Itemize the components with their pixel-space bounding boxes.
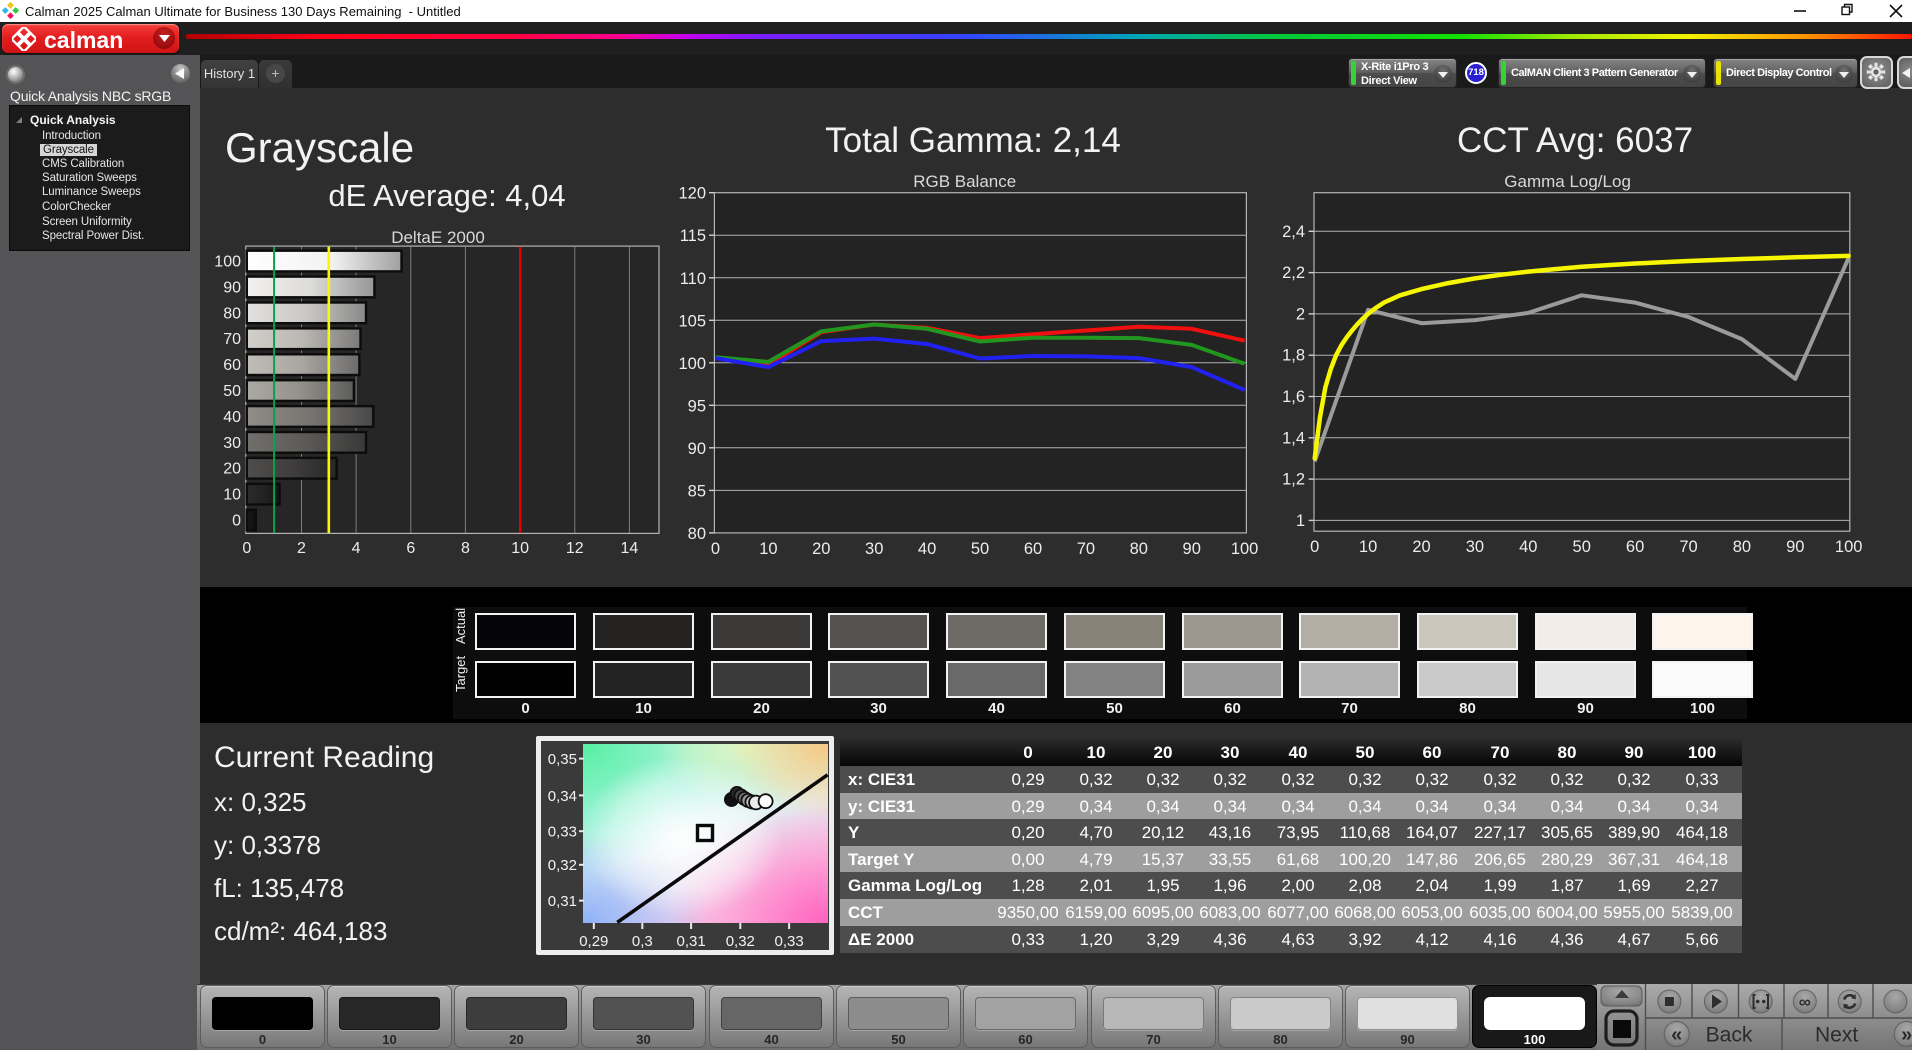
svg-text:6: 6: [406, 540, 415, 557]
svg-text:70: 70: [1679, 538, 1697, 556]
svg-text:2,4: 2,4: [1282, 223, 1305, 241]
svg-text:80: 80: [223, 305, 241, 322]
svg-text:0,33: 0,33: [548, 824, 577, 841]
svg-text:1: 1: [1296, 512, 1305, 530]
svg-text:0,34: 0,34: [548, 788, 577, 805]
svg-text:1,8: 1,8: [1282, 347, 1305, 365]
svg-text:DeltaE 2000: DeltaE 2000: [391, 228, 485, 247]
svg-text:10: 10: [511, 540, 529, 557]
svg-text:90: 90: [688, 440, 706, 458]
svg-text:0: 0: [242, 540, 251, 557]
svg-text:50: 50: [223, 383, 241, 400]
svg-text:2: 2: [1296, 305, 1305, 323]
svg-text:30: 30: [223, 435, 241, 452]
svg-text:0,32: 0,32: [548, 857, 577, 874]
svg-text:20: 20: [1412, 538, 1430, 556]
svg-text:120: 120: [678, 185, 706, 203]
svg-text:10: 10: [223, 487, 241, 504]
svg-text:2,2: 2,2: [1282, 264, 1305, 282]
svg-text:100: 100: [678, 355, 706, 373]
svg-text:20: 20: [812, 540, 830, 558]
svg-text:60: 60: [1024, 540, 1042, 558]
svg-text:80: 80: [1130, 540, 1148, 558]
svg-text:110: 110: [680, 270, 706, 288]
svg-text:40: 40: [918, 540, 936, 558]
svg-text:∞: ∞: [1799, 993, 1811, 1012]
svg-text:80: 80: [688, 525, 706, 543]
svg-text:40: 40: [223, 409, 241, 426]
svg-text:Gamma Log/Log: Gamma Log/Log: [1504, 172, 1631, 191]
svg-text:2: 2: [297, 540, 306, 557]
svg-text:90: 90: [1183, 540, 1201, 558]
svg-text:0,3: 0,3: [632, 933, 653, 950]
svg-text:RGB Balance: RGB Balance: [913, 172, 1016, 191]
svg-text:30: 30: [865, 540, 883, 558]
svg-text:50: 50: [971, 540, 989, 558]
svg-text:0: 0: [232, 513, 241, 530]
svg-text:14: 14: [621, 540, 639, 557]
svg-text:Back: Back: [1706, 1024, 1753, 1047]
svg-text:0,33: 0,33: [774, 933, 803, 950]
svg-text:20: 20: [223, 461, 241, 478]
svg-text:0: 0: [1310, 538, 1319, 556]
svg-text:10: 10: [759, 540, 777, 558]
svg-text:30: 30: [1466, 538, 1484, 556]
svg-text:105: 105: [678, 312, 706, 330]
svg-text:0,29: 0,29: [579, 933, 608, 950]
svg-text:100: 100: [214, 254, 241, 271]
svg-text:90: 90: [1786, 538, 1804, 556]
svg-text:0: 0: [711, 540, 720, 558]
svg-text:70: 70: [223, 331, 241, 348]
svg-text:1,4: 1,4: [1282, 429, 1305, 447]
svg-text:8: 8: [461, 540, 470, 557]
svg-text:0,31: 0,31: [548, 893, 577, 910]
svg-text:12: 12: [566, 540, 584, 557]
svg-text:1,6: 1,6: [1282, 388, 1305, 406]
svg-text:10: 10: [1359, 538, 1377, 556]
svg-text:100: 100: [1835, 538, 1863, 556]
svg-text:50: 50: [1573, 538, 1591, 556]
svg-text:«: «: [1671, 1024, 1682, 1046]
svg-text:Next: Next: [1815, 1024, 1858, 1047]
svg-text:60: 60: [1626, 538, 1644, 556]
svg-text:»: »: [1901, 1024, 1912, 1046]
svg-text:0,31: 0,31: [676, 933, 705, 950]
svg-text:1,2: 1,2: [1282, 471, 1305, 489]
svg-text:60: 60: [223, 357, 241, 374]
svg-text:80: 80: [1733, 538, 1751, 556]
svg-text:40: 40: [1519, 538, 1537, 556]
svg-text:0,32: 0,32: [726, 933, 755, 950]
svg-text:4: 4: [352, 540, 361, 557]
svg-text:70: 70: [1077, 540, 1095, 558]
svg-text:95: 95: [688, 397, 706, 415]
svg-text:100: 100: [1231, 540, 1259, 558]
svg-text:85: 85: [688, 482, 706, 500]
svg-text:90: 90: [223, 279, 241, 296]
svg-text:0,35: 0,35: [548, 751, 577, 768]
svg-text:115: 115: [680, 227, 706, 245]
